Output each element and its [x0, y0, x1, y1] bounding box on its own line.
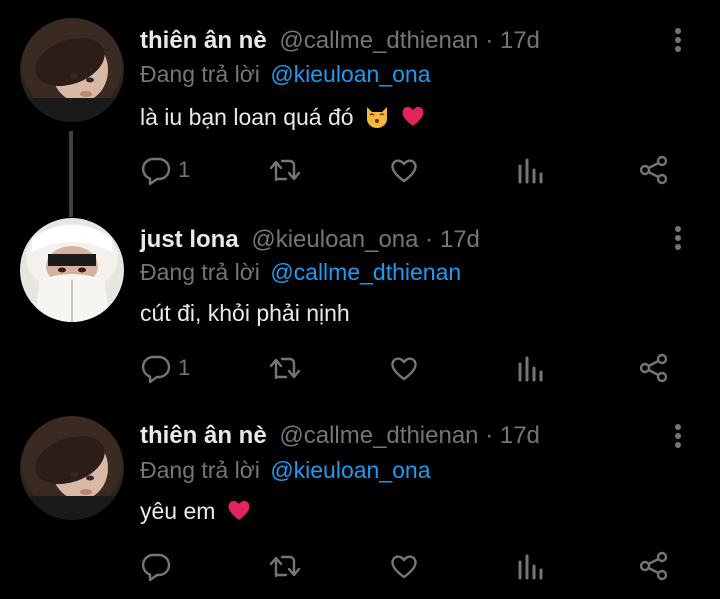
tweet-text: cút đi, khỏi phải nịnh — [140, 298, 350, 328]
share-icon — [639, 155, 668, 185]
stats-icon — [518, 356, 543, 382]
stats-button[interactable] — [516, 150, 546, 190]
tweet[interactable]: thiên ân nè @callme_dthienan · 17d Đang … — [0, 0, 720, 200]
replying-to-label: Đang trả lời — [140, 61, 260, 87]
replying-to: Đang trả lời @kieuloan_ona — [140, 60, 431, 88]
retweet-button[interactable] — [268, 348, 302, 388]
share-icon — [639, 353, 668, 383]
replying-to: Đang trả lời @kieuloan_ona — [140, 456, 431, 484]
reply-icon — [141, 355, 171, 384]
reply-icon — [141, 553, 171, 582]
timestamp[interactable]: 17d — [500, 422, 540, 449]
reply-button[interactable]: 1 — [140, 348, 190, 388]
like-icon — [391, 357, 417, 381]
like-button[interactable] — [388, 150, 420, 190]
reply-button[interactable]: 1 — [140, 150, 190, 190]
user-handle[interactable]: @kieuloan_ona — [251, 226, 418, 253]
tweet-actions — [0, 546, 720, 586]
stats-icon — [518, 158, 543, 184]
tweet-actions: 1 — [0, 348, 720, 388]
tweet-text-content: yêu em — [140, 498, 216, 524]
tweet[interactable]: thiên ân nè @callme_dthienan · 17d Đang … — [0, 398, 720, 599]
tweet-text: yêu em — [140, 496, 252, 526]
share-button[interactable] — [638, 348, 670, 388]
reply-count: 1 — [178, 355, 191, 380]
tweet-actions: 1 — [0, 150, 720, 190]
tweet-text-content: là iu bạn loan quá đó — [140, 104, 354, 130]
display-name[interactable]: thiên ân nè — [140, 422, 267, 449]
tweet[interactable]: just lona @kieuloan_ona · 17d Đang trả l… — [0, 200, 720, 400]
stats-button[interactable] — [516, 348, 546, 388]
retweet-icon — [269, 555, 301, 578]
stats-icon — [518, 554, 543, 580]
avatar[interactable] — [20, 416, 124, 520]
mention-link[interactable]: @callme_dthienan — [270, 259, 461, 285]
stats-button[interactable] — [516, 546, 546, 586]
tweet-header: thiên ân nè @callme_dthienan · 17d — [140, 27, 540, 55]
replying-to: Đang trả lời @callme_dthienan — [140, 258, 461, 286]
replying-to-label: Đang trả lời — [140, 259, 260, 285]
retweet-button[interactable] — [268, 150, 302, 190]
user-handle[interactable]: @callme_dthienan — [279, 422, 478, 449]
more-icon[interactable] — [674, 28, 684, 54]
like-button[interactable] — [388, 348, 420, 388]
avatar[interactable] — [20, 18, 124, 122]
kissing-cat-emoji — [364, 103, 390, 129]
tweet-header: just lona @kieuloan_ona · 17d — [140, 226, 480, 254]
like-button[interactable] — [388, 546, 420, 586]
timestamp[interactable]: 17d — [500, 27, 540, 54]
user-handle[interactable]: @callme_dthienan — [279, 27, 478, 54]
avatar[interactable] — [20, 218, 124, 322]
tweet-text: là iu bạn loan quá đó — [140, 102, 426, 132]
display-name[interactable]: just lona — [140, 226, 239, 253]
reply-count: 1 — [178, 157, 191, 182]
tweet-text-content: cút đi, khỏi phải nịnh — [140, 300, 350, 326]
timestamp[interactable]: 17d — [440, 226, 480, 253]
share-button[interactable] — [638, 150, 670, 190]
share-button[interactable] — [638, 546, 670, 586]
separator-dot: · — [485, 27, 494, 54]
reply-button[interactable] — [140, 546, 178, 586]
reply-icon — [141, 157, 171, 186]
tweet-header: thiên ân nè @callme_dthienan · 17d — [140, 422, 540, 450]
mention-link[interactable]: @kieuloan_ona — [270, 457, 430, 483]
like-icon — [391, 159, 417, 183]
replying-to-label: Đang trả lời — [140, 457, 260, 483]
display-name[interactable]: thiên ân nè — [140, 27, 267, 54]
retweet-button[interactable] — [268, 546, 302, 586]
separator-dot: · — [485, 422, 494, 449]
red-heart-emoji — [226, 497, 252, 523]
more-icon[interactable] — [674, 226, 684, 252]
separator-dot: · — [425, 226, 434, 253]
red-heart-emoji — [400, 103, 426, 129]
like-icon — [391, 555, 417, 579]
retweet-icon — [269, 357, 301, 380]
retweet-icon — [269, 159, 301, 182]
mention-link[interactable]: @kieuloan_ona — [270, 61, 430, 87]
more-icon[interactable] — [674, 424, 684, 450]
share-icon — [639, 551, 668, 581]
